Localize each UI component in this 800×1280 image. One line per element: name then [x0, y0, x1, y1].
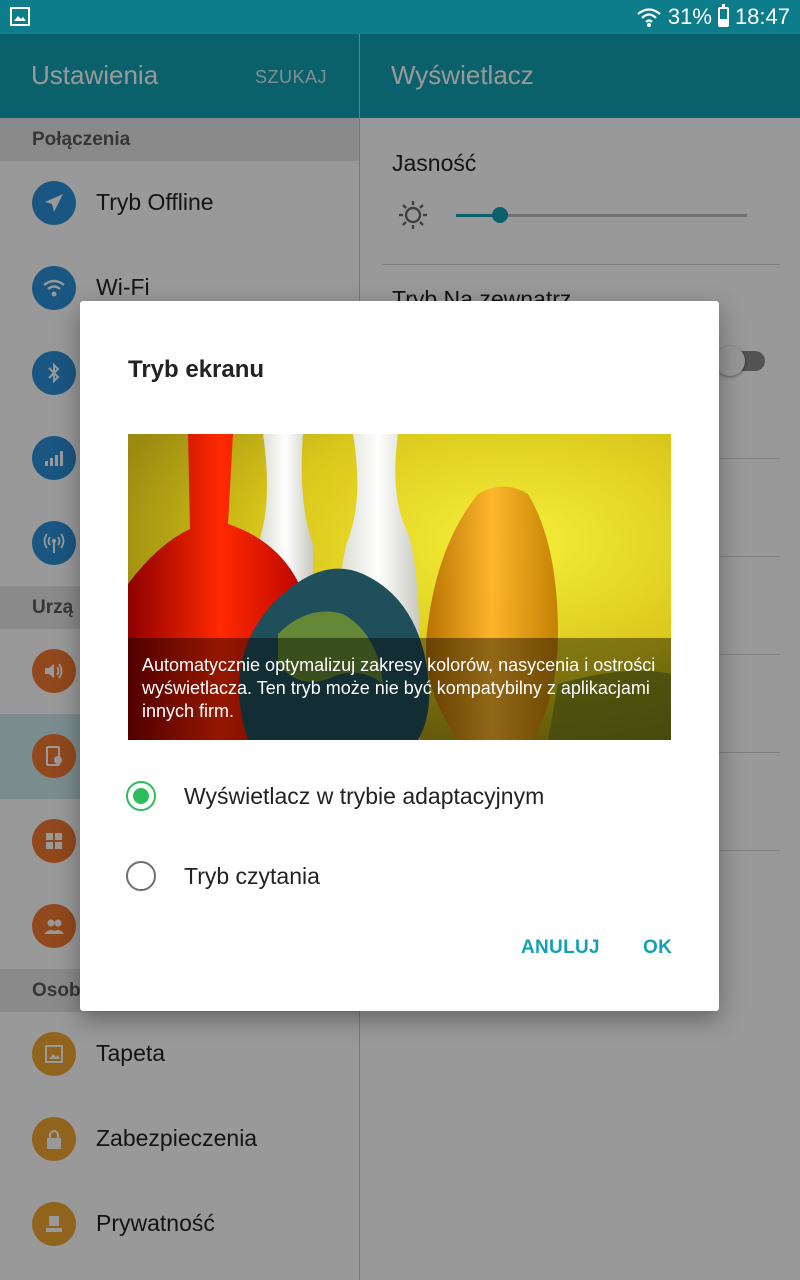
- option-adaptive-display[interactable]: Wyświetlacz w trybie adaptacyjnym: [126, 771, 686, 821]
- status-bar: 31% 18:47: [0, 0, 800, 34]
- option-label: Tryb czytania: [184, 863, 320, 889]
- wifi-icon: [637, 8, 661, 27]
- screen-mode-preview-image: Automatycznie optymalizuj zakresy koloró…: [128, 434, 671, 740]
- dialog-title: Tryb ekranu: [128, 356, 265, 383]
- gallery-icon: [10, 7, 30, 26]
- radio-reading-mode[interactable]: [126, 861, 156, 891]
- screen-mode-description: Automatycznie optymalizuj zakresy koloró…: [128, 638, 671, 740]
- option-label: Wyświetlacz w trybie adaptacyjnym: [184, 783, 545, 809]
- cancel-button[interactable]: ANULUJ: [521, 937, 600, 959]
- radio-adaptive-display[interactable]: [126, 781, 156, 811]
- ok-button[interactable]: OK: [643, 937, 672, 959]
- screen-mode-dialog: Tryb ekranu Automatycznie optymalizuj za…: [80, 301, 719, 1011]
- clock: 18:47: [734, 4, 790, 29]
- battery-icon: [717, 4, 729, 27]
- battery-percent: 31%: [667, 4, 712, 29]
- option-reading-mode[interactable]: Tryb czytania: [126, 851, 686, 901]
